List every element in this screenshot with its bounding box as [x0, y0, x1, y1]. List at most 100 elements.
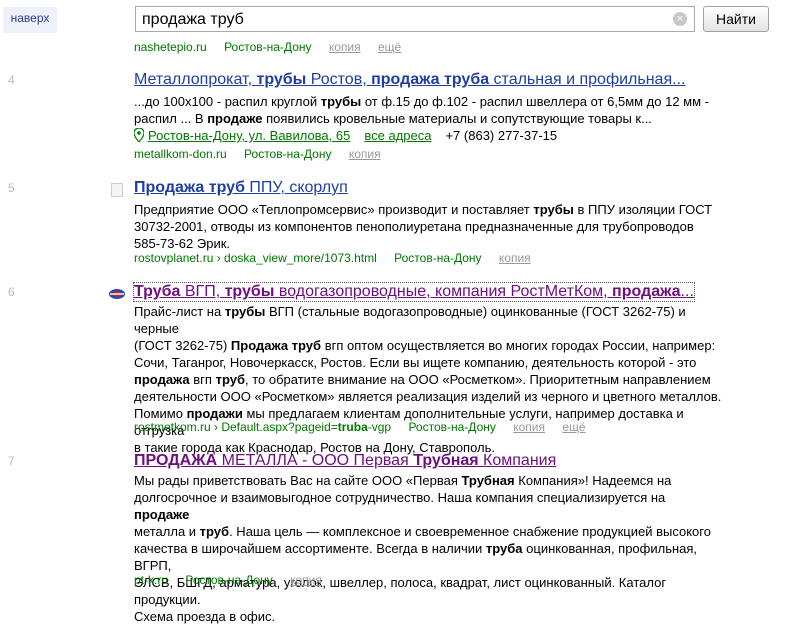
- text-fragment: долгосрочное и взаимовыгодное сотрудниче…: [134, 490, 666, 505]
- text-fragment: вгп: [189, 372, 216, 387]
- result-title-link[interactable]: Труба ВГП, трубы водогазопроводные, комп…: [133, 282, 695, 302]
- result-region: Ростов-на-Дону: [224, 40, 312, 54]
- path-prefix: rostmetkom.ru › Default.aspx?pageid=: [134, 420, 338, 434]
- result-meta: pt-k.ru Ростов-на-Дону копия: [134, 572, 336, 588]
- snippet-line: Мы рады приветствовать Вас на сайте ООО …: [134, 472, 724, 489]
- snippet-line: ...до 100x100 - распил круглой трубы от …: [134, 93, 724, 110]
- cached-copy-link[interactable]: копия: [499, 251, 531, 265]
- snippet-line: (ГОСТ 3262-75) Продажа труб вгп оптом ос…: [134, 337, 724, 354]
- cached-copy-link[interactable]: копия: [513, 420, 545, 434]
- snippet-line: 30732-2001, отводы из компонентов пенопо…: [134, 218, 724, 235]
- text-fragment: в ППУ изоляции ГОСТ: [573, 202, 713, 217]
- highlighted-term: продажа: [612, 283, 681, 300]
- highlighted-term: трубы: [533, 202, 574, 217]
- highlighted-term: продаже: [134, 507, 190, 522]
- text-fragment: ...до 100x100 - распил круглой: [134, 94, 321, 109]
- result-region: Ростов-на-Дону: [394, 251, 482, 265]
- page-icon: [111, 183, 123, 197]
- result-meta: rostovplanet.ru › doska_view_more/1073.h…: [134, 250, 545, 266]
- result-path[interactable]: rostmetkom.ru › Default.aspx?pageid=trub…: [134, 420, 391, 434]
- text-fragment: ППУ, скорлуп: [244, 179, 348, 196]
- text-fragment: . Наша цель — комплексное и своевременно…: [229, 524, 711, 539]
- result-domain[interactable]: pt-k.ru: [134, 573, 168, 587]
- search-button[interactable]: Найти: [703, 6, 769, 32]
- snippet-line: качества в широчайшем ассортименте. Всег…: [134, 540, 724, 574]
- text-fragment: качества в широчайшем ассортименте. Всег…: [134, 541, 486, 556]
- highlighted-term: продаже: [207, 111, 263, 126]
- result-snippet: Мы рады приветствовать Вас на сайте ООО …: [134, 472, 724, 625]
- result-domain[interactable]: metallkom-don.ru: [134, 147, 227, 161]
- all-addresses-link[interactable]: все адреса: [364, 128, 431, 143]
- text-fragment: Сочи, Таганрог, Новочеркасск, Ростов. Ес…: [134, 355, 697, 370]
- text-fragment: МЕТАЛЛА - ООО Первая: [217, 452, 414, 469]
- result-number: 7: [8, 454, 15, 468]
- snippet-line: распил ... В продаже появились кровельны…: [134, 110, 724, 127]
- cached-copy-link[interactable]: копия: [349, 147, 381, 161]
- highlighted-term: труб: [199, 524, 230, 539]
- result-path[interactable]: rostovplanet.ru › doska_view_more/1073.h…: [134, 251, 377, 265]
- text-fragment: Компания»! Надеемся на: [514, 473, 672, 488]
- text-fragment: распил ... В: [134, 111, 208, 126]
- text-fragment: Компания: [478, 452, 557, 469]
- rostmetkom-logo-icon: [109, 289, 125, 299]
- scroll-to-top-button[interactable]: наверх: [3, 7, 57, 33]
- result-title-link[interactable]: Продажа труб ППУ, скорлуп: [134, 179, 348, 197]
- highlighted-term: продажа труба: [371, 71, 490, 88]
- text-fragment: Металлопрокат,: [134, 71, 257, 88]
- highlighted-term: труб: [215, 372, 245, 387]
- highlighted-term: Трубная: [413, 452, 479, 469]
- text-fragment: от ф.15 до ф.102 - распил швеллера от 6,…: [361, 94, 710, 109]
- highlighted-term: трубы: [256, 71, 307, 88]
- result-region: Ростов-на-Дону: [408, 420, 496, 434]
- highlighted-term: трубы: [320, 94, 362, 109]
- text-fragment: водогазопроводные, компания РостМетКом,: [274, 283, 613, 300]
- text-fragment: вгп оптом осуществляется во многих город…: [321, 338, 716, 353]
- text-fragment: стальная и профильная...: [489, 71, 686, 88]
- address-link[interactable]: Ростов-на-Дону, ул. Вавилова, 65: [148, 128, 350, 143]
- text-fragment: ВГП,: [180, 283, 225, 300]
- cached-copy-link[interactable]: копия: [290, 573, 322, 587]
- result-meta: rostmetkom.ru › Default.aspx?pageid=trub…: [134, 419, 600, 435]
- snippet-line: Схема проезда в офис.: [134, 608, 724, 625]
- text-fragment: 30732-2001, отводы из компонентов пенопо…: [134, 219, 694, 234]
- text-fragment: появились кровельные материалы и сопутст…: [262, 111, 652, 126]
- result-snippet: ...до 100x100 - распил круглой трубы от …: [134, 93, 724, 127]
- result-number: 6: [8, 285, 15, 299]
- clear-icon[interactable]: ×: [673, 12, 687, 26]
- cached-copy-link[interactable]: копия: [329, 40, 361, 54]
- snippet-line: Сочи, Таганрог, Новочеркасск, Ростов. Ес…: [134, 354, 724, 371]
- more-link[interactable]: ещё: [378, 40, 401, 54]
- map-pin-icon: [134, 128, 144, 142]
- text-fragment: 585-73-62 Эрик.: [134, 236, 231, 251]
- text-fragment: Предприятие ООО «Теплопромсервис» произв…: [134, 202, 534, 217]
- text-fragment: Мы рады приветствовать Вас на сайте ООО …: [134, 473, 462, 488]
- path-suffix: -vgp: [367, 420, 392, 434]
- highlighted-term: трубы: [224, 283, 275, 300]
- result-snippet: Предприятие ООО «Теплопромсервис» произв…: [134, 201, 724, 252]
- text-fragment: Схема проезда в офис.: [134, 609, 276, 624]
- highlighted-term: продажа: [134, 372, 190, 387]
- more-link[interactable]: ещё: [562, 420, 585, 434]
- text-fragment: (ГОСТ 3262-75): [134, 338, 231, 353]
- result-region: Ростов-на-Дону: [244, 147, 332, 161]
- snippet-line: Прайс-лист на трубы ВГП (стальные водога…: [134, 303, 724, 337]
- highlighted-term: Трубная: [461, 473, 515, 488]
- highlighted-term: трубы: [224, 304, 266, 319]
- highlighted-term: Труба: [134, 283, 181, 300]
- search-header: наверх × Найти: [0, 0, 786, 40]
- search-box[interactable]: ×: [135, 6, 695, 32]
- highlighted-term: Продажа труб: [230, 338, 322, 353]
- result-title-link[interactable]: ПРОДАЖА МЕТАЛЛА - ООО Первая Трубная Ком…: [134, 452, 556, 470]
- snippet-line: Предприятие ООО «Теплопромсервис» произв…: [134, 201, 724, 218]
- snippet-line: долгосрочное и взаимовыгодное сотрудниче…: [134, 489, 724, 523]
- search-input[interactable]: [140, 8, 664, 32]
- result-domain[interactable]: nashetepio.ru: [134, 40, 207, 54]
- highlighted-term: труба: [485, 541, 523, 556]
- result-number: 5: [8, 181, 15, 195]
- text-fragment: ...: [680, 283, 694, 300]
- text-fragment: деятельности ООО «Росметком» является ре…: [134, 389, 722, 404]
- phone-number: +7 (863) 277-37-15: [445, 128, 558, 143]
- result-region: Ростов-на-Дону: [185, 573, 273, 587]
- result-title-link[interactable]: Металлопрокат, трубы Ростов, продажа тру…: [134, 71, 685, 89]
- text-fragment: металла и: [134, 524, 200, 539]
